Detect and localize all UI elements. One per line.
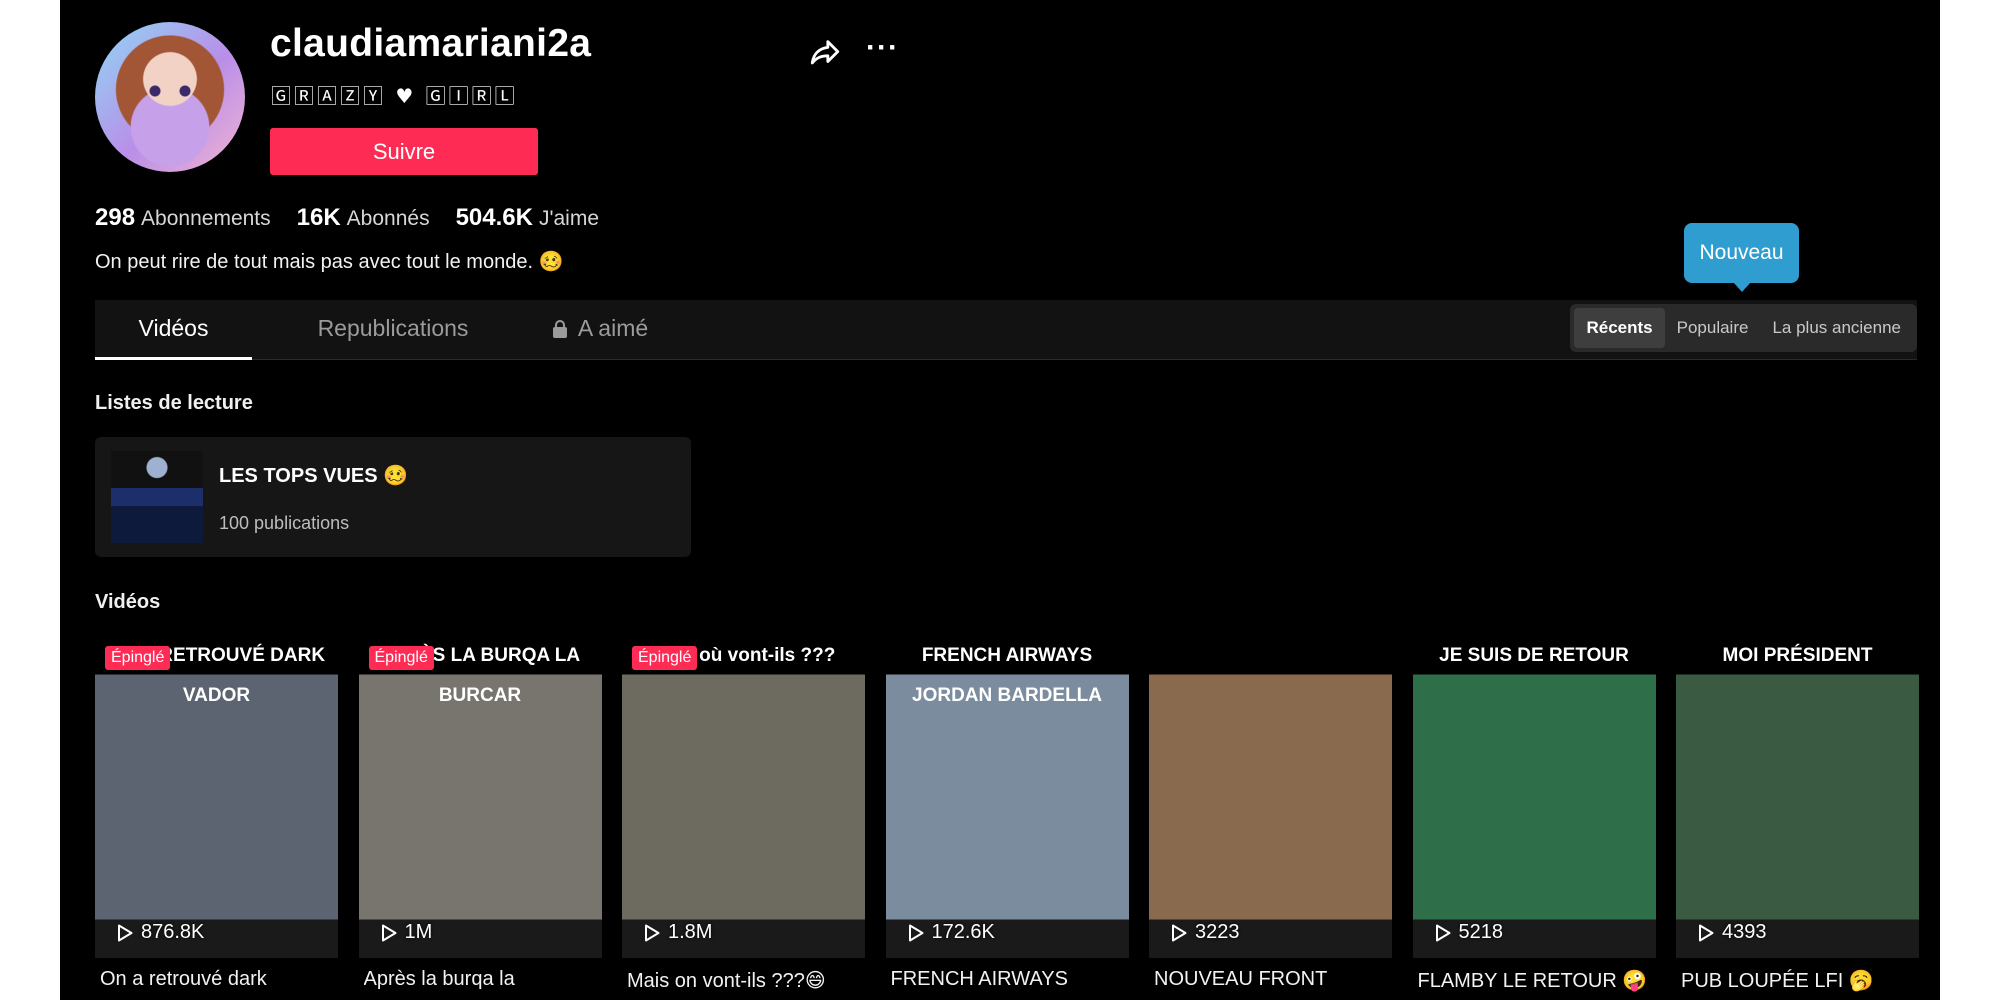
video-card[interactable]: Mais où vont-ils ??? Épinglé 1.8M (622, 636, 865, 958)
view-count-value: 172.6K (931, 921, 995, 943)
playlists-title: Listes de lecture (95, 392, 253, 414)
playlist-count: 100 publications (219, 513, 350, 533)
video-caption[interactable]: Après la burqa la (364, 968, 607, 991)
video-card[interactable]: ON A RETROUVÉ DARK VADOR Épinglé 876.8K (95, 636, 338, 958)
video-thumbnail (1149, 636, 1392, 958)
tab-videos[interactable]: Vidéos (95, 300, 252, 360)
video-caption[interactable]: On a retrouvé dark (100, 968, 343, 991)
playlist-thumbnail (111, 451, 203, 543)
pinned-badge: Épinglé (632, 646, 698, 670)
profile-stats: 298 Abonnements 16K Abonnés 504.6K J'aime (95, 204, 599, 232)
pinned-badge: Épinglé (105, 646, 171, 670)
tabs-bar: Vidéos Republications A aimé Récents Pop… (95, 300, 1917, 360)
view-count-value: 4393 (1722, 921, 1767, 943)
play-icon (1435, 924, 1450, 941)
video-overlay-text (1149, 636, 1392, 676)
stat-followers[interactable]: 16K Abonnés (297, 204, 430, 232)
display-name: 🄶🅁🄰🅉🅈 ♥ 🄶🄸🅁🄻 (271, 84, 518, 108)
playlist-card[interactable]: LES TOPS VUES 🥴 100 publications (95, 437, 691, 557)
video-card[interactable]: JE SUIS DE RETOUR 5218 (1412, 636, 1656, 958)
video-overlay-text: FRENCH AIRWAYS JORDAN BARDELLA (912, 645, 1102, 706)
video-caption[interactable]: FRENCH AIRWAYS (891, 968, 1134, 991)
video-card[interactable]: 3223 (1149, 636, 1392, 958)
pinned-badge: Épinglé (368, 646, 434, 670)
tab-reposts[interactable]: Republications (293, 300, 493, 360)
lock-icon (552, 320, 567, 338)
sort-selector: Récents Populaire La plus ancienne (1570, 304, 1917, 352)
view-count-value: 1M (404, 921, 433, 943)
video-card[interactable]: MOI PRÉSIDENT 4393 (1676, 636, 1919, 958)
video-caption[interactable]: NOUVEAU FRONT (1154, 968, 1397, 991)
video-card[interactable]: FRENCH AIRWAYS JORDAN BARDELLA 172.6K (885, 636, 1129, 958)
video-thumbnail (1676, 636, 1919, 958)
play-icon (1699, 924, 1714, 941)
more-options-icon[interactable]: ··· (866, 33, 900, 66)
video-card[interactable]: APRÈS LA BURQA LA BURCAR Épinglé 1M (358, 636, 602, 958)
play-icon (645, 924, 660, 941)
play-icon (381, 924, 396, 941)
sort-oldest[interactable]: La plus ancienne (1760, 308, 1913, 348)
play-icon (908, 924, 923, 941)
tab-liked[interactable]: A aimé (535, 300, 665, 360)
view-count: 3223 (1171, 921, 1240, 944)
avatar[interactable] (95, 22, 245, 172)
playlist-title: LES TOPS VUES 🥴 (219, 465, 409, 487)
view-count: 5218 (1435, 921, 1504, 944)
stat-likes: 504.6K J'aime (455, 204, 599, 231)
sort-recent[interactable]: Récents (1574, 308, 1665, 348)
video-caption[interactable]: PUB LOUPÉE LFI 🥱 (1681, 968, 1924, 993)
username: claudiamariani2a (270, 22, 592, 65)
sort-popular[interactable]: Populaire (1665, 308, 1761, 348)
video-caption[interactable]: FLAMBY LE RETOUR 🤪 (1418, 968, 1661, 993)
view-count-value: 5218 (1458, 921, 1504, 943)
video-caption[interactable]: Mais on vont-ils ???😄 (627, 968, 870, 993)
profile-page: claudiamariani2a 🄶🅁🄰🅉🅈 ♥ 🄶🄸🅁🄻 Suivre ···… (60, 0, 1940, 1000)
video-thumbnail (622, 636, 865, 958)
play-icon (1172, 924, 1187, 941)
view-count: 4393 (1698, 921, 1767, 944)
view-count: 876.8K (117, 921, 204, 944)
video-overlay-text: JE SUIS DE RETOUR (1439, 645, 1629, 666)
view-count-value: 3223 (1195, 921, 1240, 943)
view-count: 1M (381, 921, 433, 944)
view-count: 172.6K (908, 921, 995, 944)
tab-liked-label: A aimé (577, 315, 649, 341)
new-tooltip: Nouveau (1684, 223, 1799, 292)
share-icon[interactable] (808, 36, 842, 70)
video-thumbnail (1412, 636, 1656, 958)
video-overlay-text: MOI PRÉSIDENT (1722, 645, 1873, 666)
profile-bio: On peut rire de tout mais pas avec tout … (95, 251, 564, 273)
follow-button[interactable]: Suivre (270, 128, 538, 175)
view-count: 1.8M (644, 921, 712, 944)
videos-title: Vidéos (95, 591, 161, 613)
play-icon (118, 924, 133, 941)
stat-following[interactable]: 298 Abonnements (95, 204, 271, 232)
view-count-value: 876.8K (141, 921, 205, 943)
view-count-value: 1.8M (668, 921, 713, 943)
